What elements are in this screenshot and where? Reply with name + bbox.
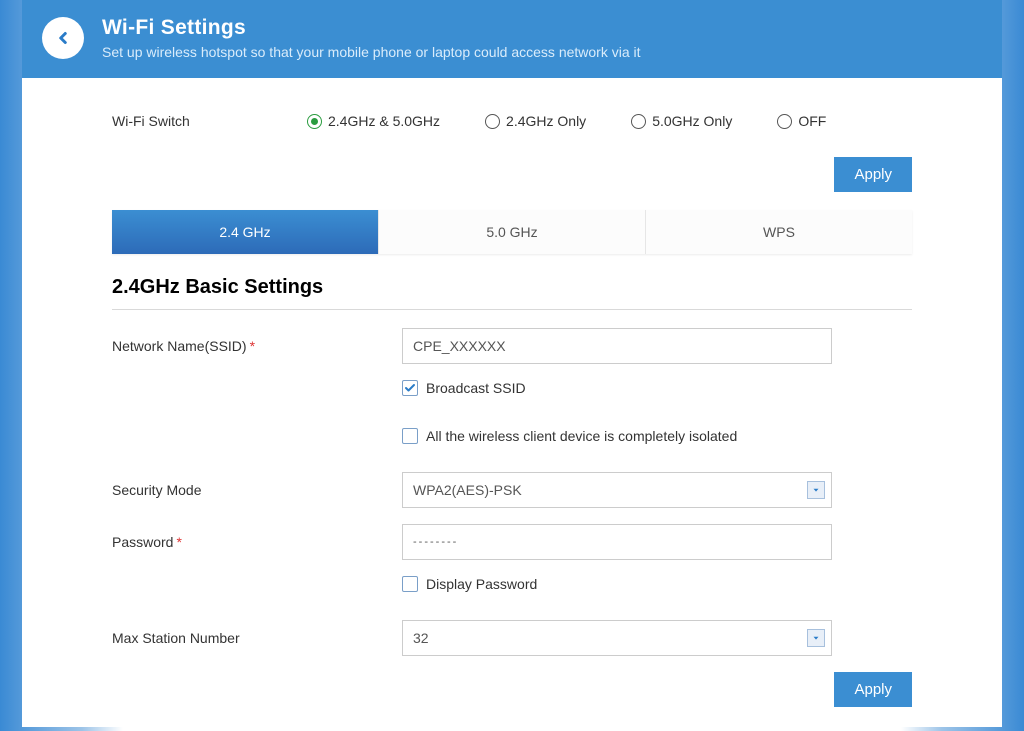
radio-icon [485, 114, 500, 129]
checkbox-label: Broadcast SSID [426, 380, 526, 396]
page-subtitle: Set up wireless hotspot so that your mob… [102, 44, 641, 60]
checkbox-icon [402, 576, 418, 592]
checkbox-icon [402, 428, 418, 444]
page-title: Wi-Fi Settings [102, 16, 641, 40]
tab-wps[interactable]: WPS [646, 210, 912, 254]
max-station-label: Max Station Number [112, 630, 402, 646]
radio-label: 2.4GHz Only [506, 113, 586, 129]
chevron-left-icon [54, 29, 72, 47]
radio-24ghz-only[interactable]: 2.4GHz Only [485, 113, 586, 129]
ssid-input[interactable] [402, 328, 832, 364]
radio-off[interactable]: OFF [777, 113, 826, 129]
select-value: 32 [413, 630, 429, 646]
security-mode-select[interactable]: WPA2(AES)-PSK [402, 472, 832, 508]
tab-24ghz[interactable]: 2.4 GHz [112, 210, 379, 254]
page-header: Wi-Fi Settings Set up wireless hotspot s… [22, 0, 1002, 78]
radio-label: OFF [798, 113, 826, 129]
apply-switch-button[interactable]: Apply [834, 157, 912, 192]
chevron-down-icon [807, 481, 825, 499]
radio-both-bands[interactable]: 2.4GHz & 5.0GHz [307, 113, 440, 129]
check-icon [404, 382, 416, 394]
display-password-checkbox[interactable]: Display Password [402, 576, 912, 592]
checkbox-label: All the wireless client device is comple… [426, 428, 737, 444]
apply-settings-button[interactable]: Apply [834, 672, 912, 707]
wifi-switch-label: Wi-Fi Switch [112, 113, 282, 129]
checkbox-icon [402, 380, 418, 396]
password-input[interactable] [402, 524, 832, 560]
ssid-label: Network Name(SSID)* [112, 338, 402, 354]
checkbox-label: Display Password [426, 576, 537, 592]
radio-icon [777, 114, 792, 129]
tab-50ghz[interactable]: 5.0 GHz [379, 210, 646, 254]
broadcast-ssid-checkbox[interactable]: Broadcast SSID [402, 380, 912, 396]
radio-icon [631, 114, 646, 129]
security-mode-label: Security Mode [112, 482, 402, 498]
radio-label: 2.4GHz & 5.0GHz [328, 113, 440, 129]
max-station-select[interactable]: 32 [402, 620, 832, 656]
radio-label: 5.0GHz Only [652, 113, 732, 129]
band-tabs: 2.4 GHz 5.0 GHz WPS [112, 210, 912, 254]
chevron-down-icon [807, 629, 825, 647]
section-title: 2.4GHz Basic Settings [112, 276, 912, 310]
radio-icon [307, 114, 322, 129]
back-button[interactable] [42, 17, 84, 59]
isolated-checkbox[interactable]: All the wireless client device is comple… [402, 428, 912, 444]
radio-50ghz-only[interactable]: 5.0GHz Only [631, 113, 732, 129]
password-label: Password* [112, 534, 402, 550]
select-value: WPA2(AES)-PSK [413, 482, 522, 498]
